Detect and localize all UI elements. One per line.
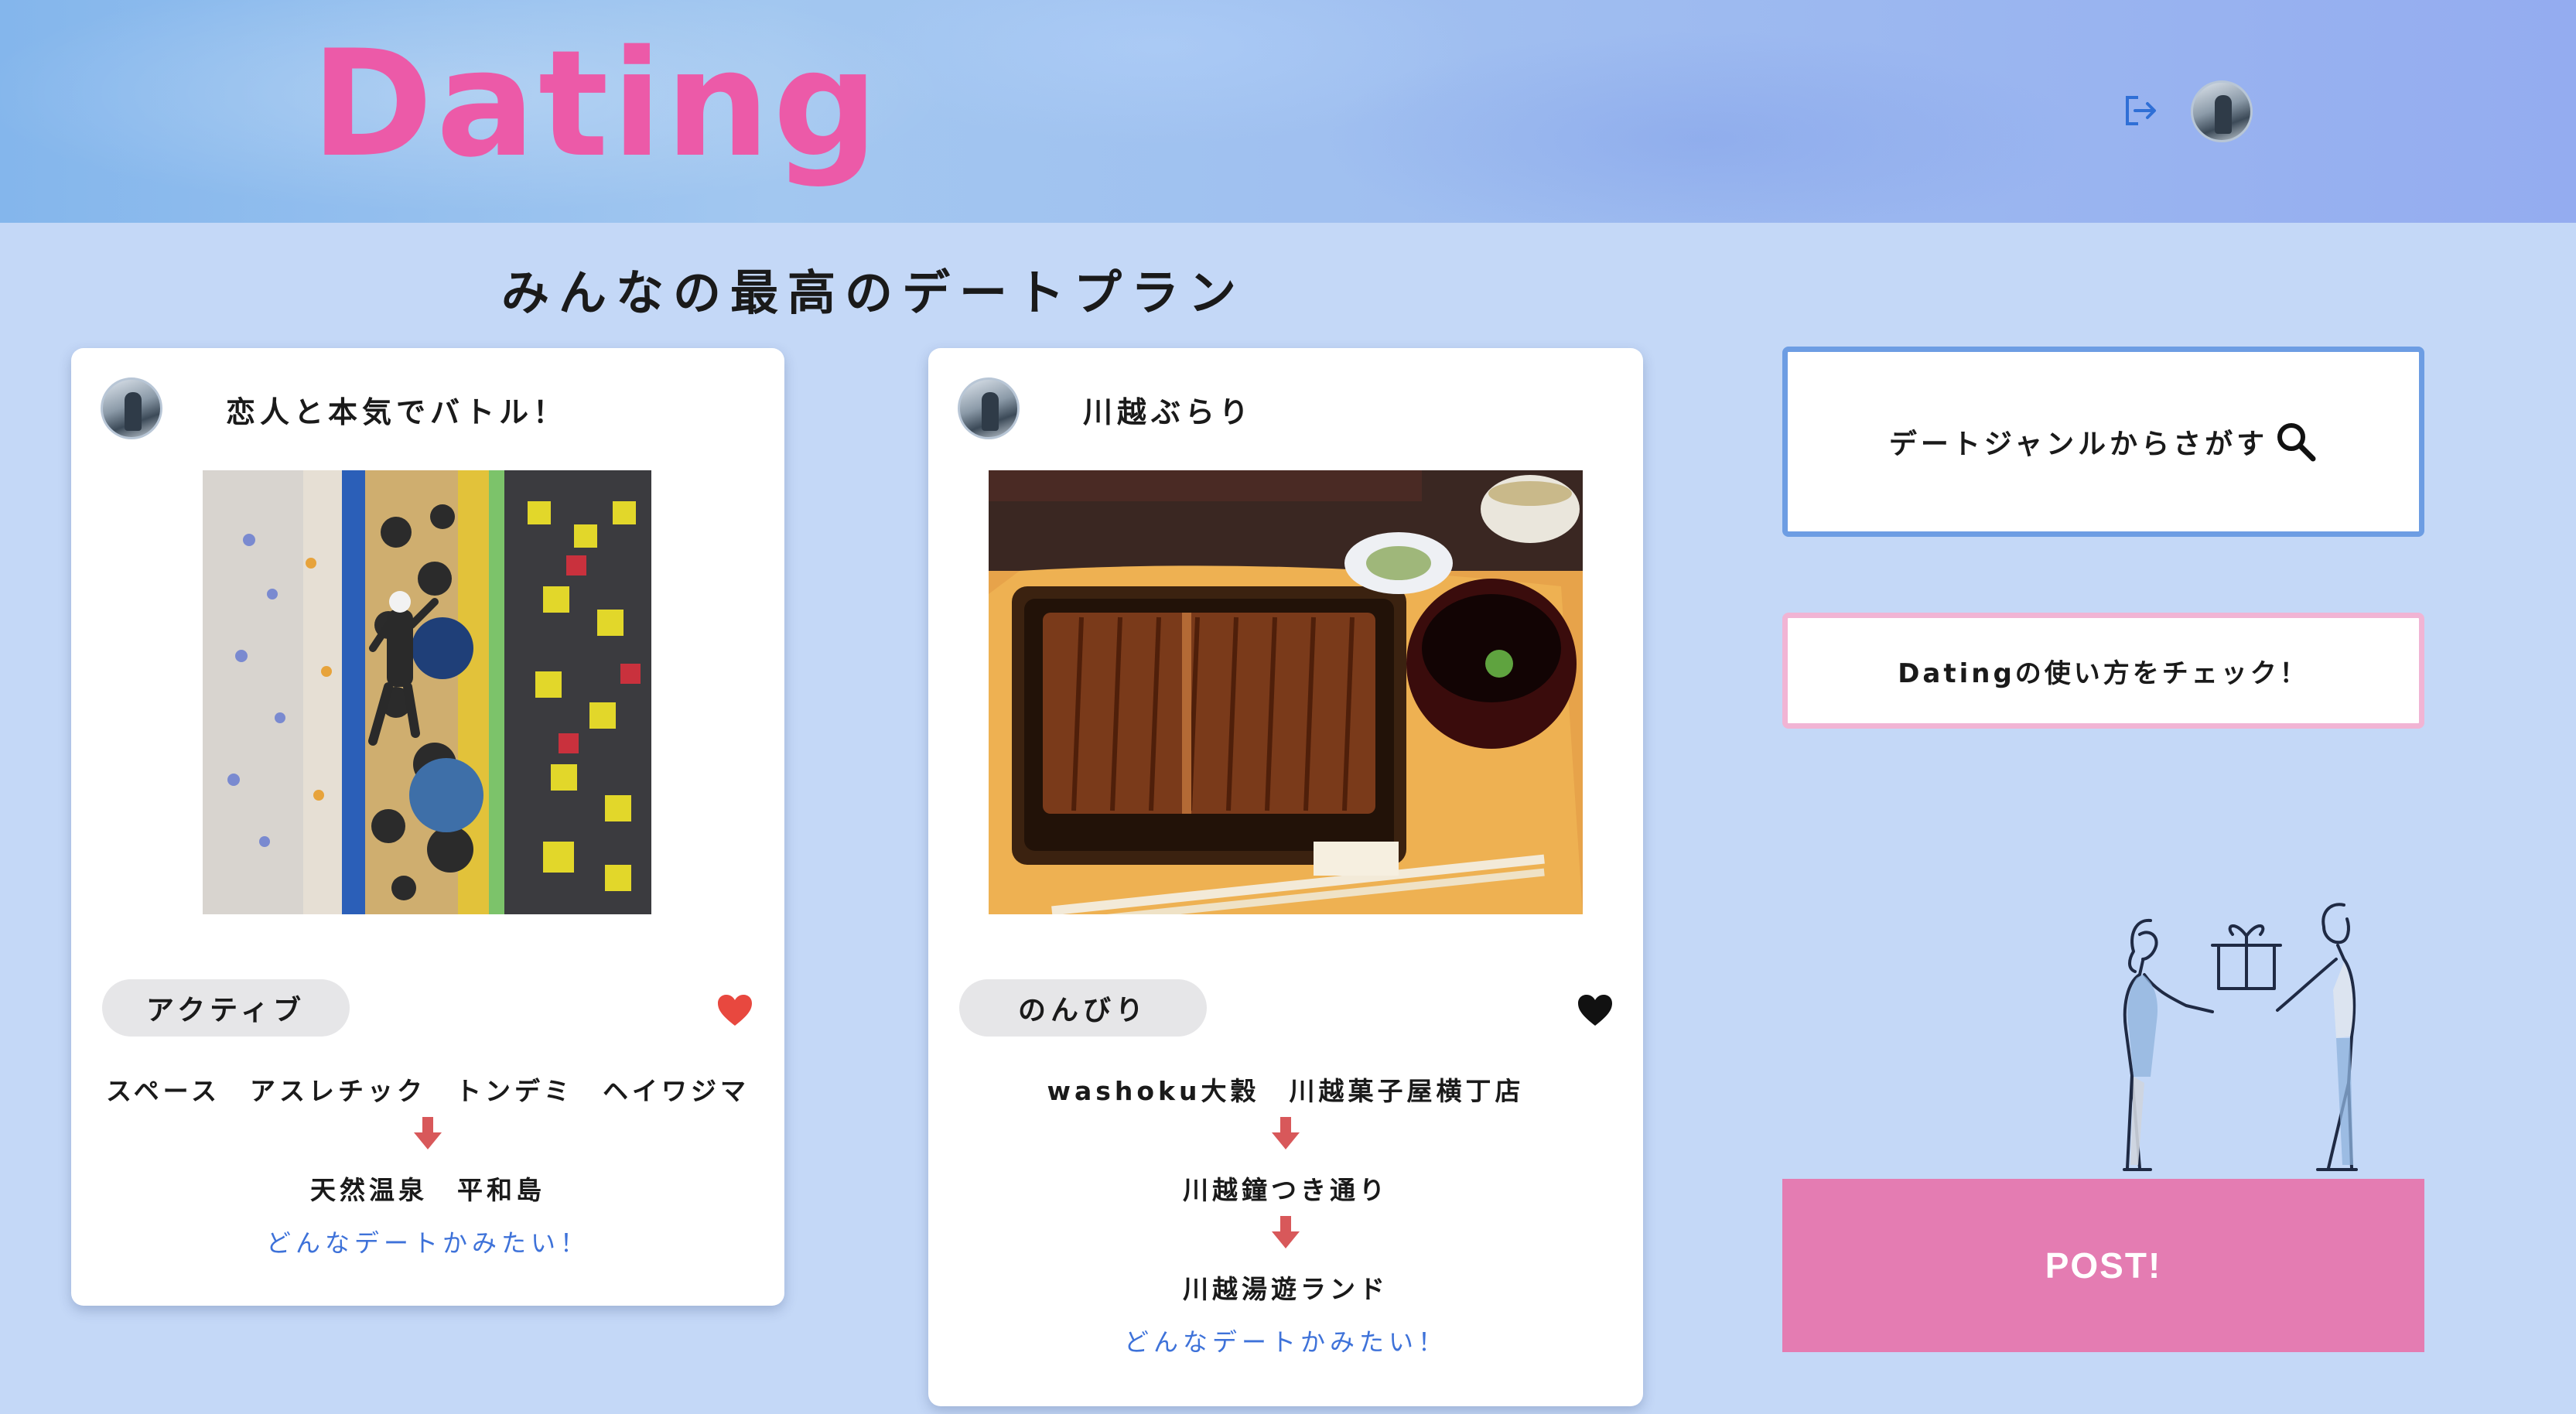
search-icon bbox=[2277, 423, 2316, 462]
route-spot: 川越鐘つき通り bbox=[1183, 1175, 1389, 1205]
heart-icon[interactable] bbox=[1577, 993, 1614, 1027]
view-detail-link[interactable]: どんなデートかみたい！ bbox=[928, 1323, 1643, 1358]
card-title: 川越ぶらり bbox=[1083, 395, 1254, 429]
author-avatar[interactable] bbox=[958, 377, 1020, 439]
logout-icon[interactable] bbox=[2121, 91, 2160, 130]
heart-icon[interactable] bbox=[716, 993, 753, 1027]
page-title: みんなの最高のデートプラン bbox=[501, 265, 1246, 321]
route-spot: 天然温泉 平和島 bbox=[310, 1175, 545, 1205]
author-avatar[interactable] bbox=[101, 377, 162, 439]
date-plan-card[interactable]: 川越ぶらり のんびり washoku大穀 川越菓子屋横丁店 川越鐘つき通り 川越… bbox=[928, 348, 1643, 1406]
user-avatar[interactable] bbox=[2191, 80, 2253, 142]
header-banner: Dating bbox=[0, 0, 2576, 223]
app-logo[interactable]: Dating bbox=[311, 15, 881, 193]
genre-search-button[interactable]: デートジャンルからさがす bbox=[1782, 347, 2424, 537]
couple-gift-illustration bbox=[2123, 903, 2358, 1171]
route-spot: washoku大穀 川越菓子屋横丁店 bbox=[1047, 1076, 1525, 1106]
arrow-down-icon bbox=[1272, 1216, 1300, 1248]
post-button[interactable]: POST! bbox=[1782, 1179, 2424, 1352]
route-spot: スペース アスレチック トンデミ ヘイワジマ bbox=[105, 1076, 750, 1106]
arrow-down-icon bbox=[1272, 1117, 1300, 1149]
card-title: 恋人と本気でバトル！ bbox=[226, 395, 568, 429]
genre-tag[interactable]: のんびり bbox=[959, 979, 1207, 1037]
genre-tag[interactable]: アクティブ bbox=[102, 979, 350, 1037]
date-plan-card[interactable]: 恋人と本気でバトル！ アクティブ スペース アスレチック トンデミ ヘイワジマ … bbox=[71, 348, 784, 1306]
view-detail-link[interactable]: どんなデートかみたい！ bbox=[71, 1224, 784, 1259]
howto-label: Datingの使い方をチェック！ bbox=[1898, 657, 2309, 689]
climbing-wall-photo bbox=[203, 470, 651, 914]
route-spot: 川越湯遊ランド bbox=[1183, 1274, 1389, 1304]
unagi-meal-photo bbox=[989, 470, 1583, 914]
howto-button[interactable]: Datingの使い方をチェック！ bbox=[1782, 613, 2424, 729]
arrow-down-icon bbox=[414, 1117, 442, 1149]
genre-search-label: デートジャンルからさがす bbox=[1888, 429, 2269, 460]
